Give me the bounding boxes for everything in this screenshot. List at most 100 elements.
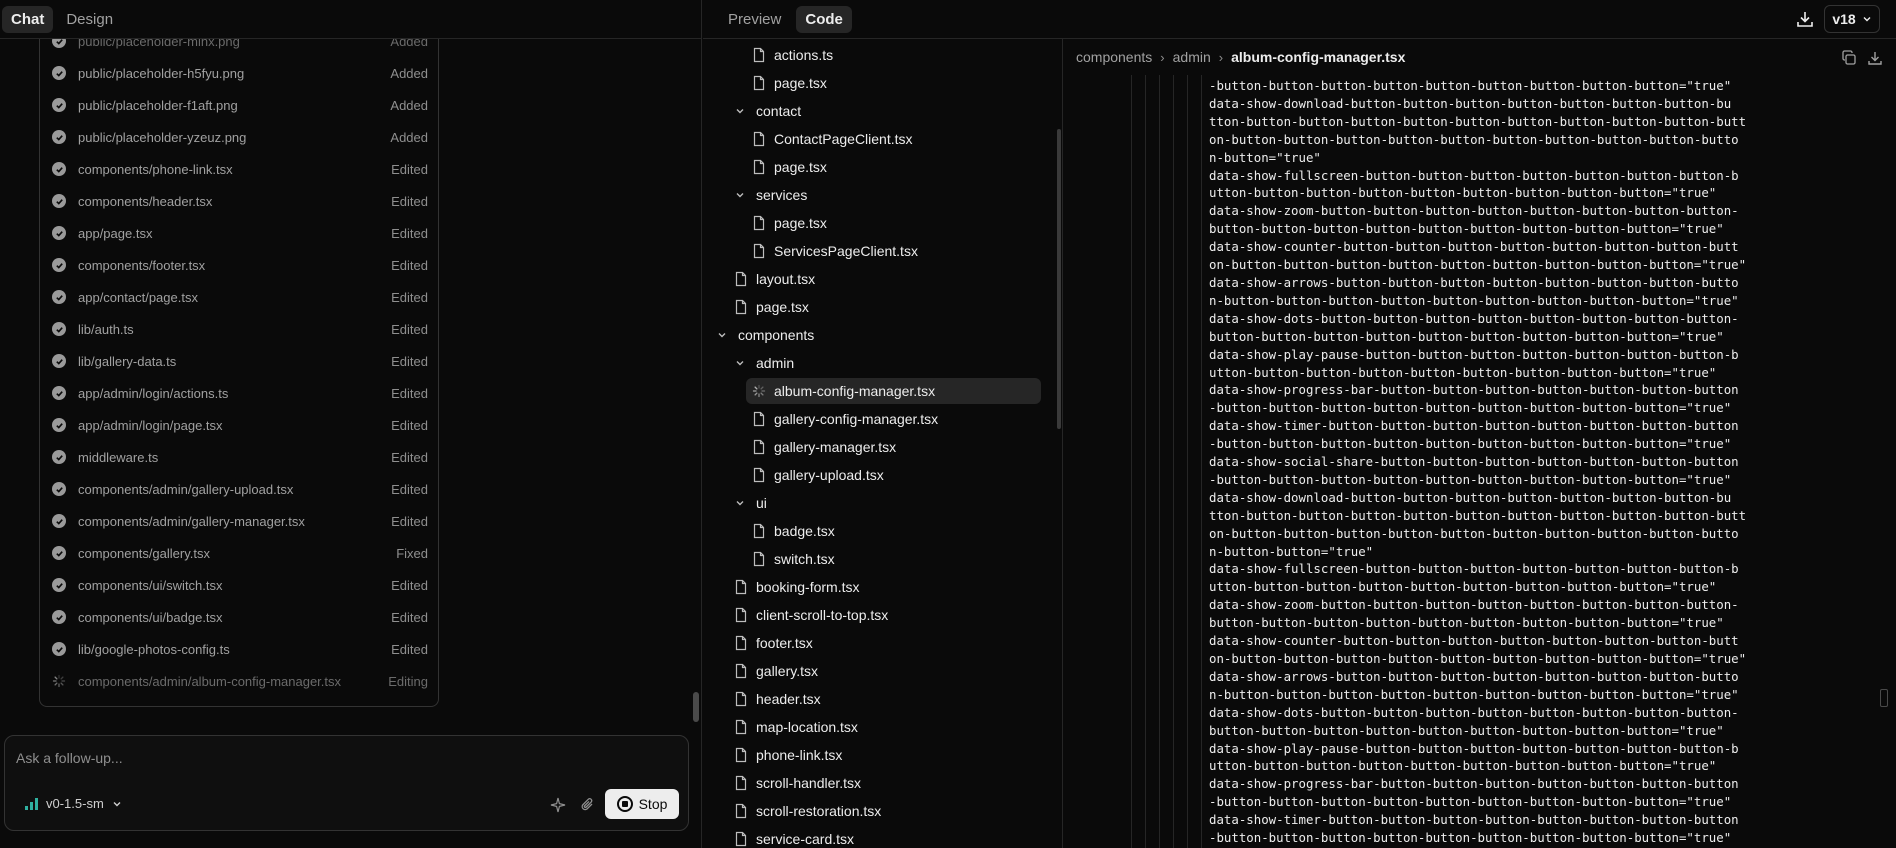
file-change-row[interactable]: middleware.ts Edited	[40, 441, 438, 473]
code-line: -button-button-button-button-button-butt…	[1209, 436, 1732, 452]
file-status: Edited	[391, 481, 428, 497]
file-change-row[interactable]: app/page.tsx Edited	[40, 217, 438, 249]
tree-file[interactable]: actions.ts	[752, 42, 833, 68]
app-root: Chat Design public/placeholder-mlnx.png A…	[0, 0, 1896, 848]
tree-file[interactable]: client-scroll-to-top.tsx	[734, 602, 888, 628]
code-line: data-show-dots-button-button-button-butt…	[1209, 704, 1739, 720]
tree-file[interactable]: scroll-handler.tsx	[734, 770, 861, 796]
tree-item-label: gallery-manager.tsx	[774, 439, 897, 455]
file-status: Edited	[391, 321, 428, 337]
tree-folder[interactable]: contact	[734, 98, 801, 124]
file-change-row[interactable]: components/ui/badge.tsx Edited	[40, 601, 438, 633]
tree-file[interactable]: gallery-upload.tsx	[752, 462, 884, 488]
stop-button[interactable]: Stop	[605, 789, 679, 819]
file-change-row[interactable]: app/admin/login/page.tsx Edited	[40, 409, 438, 441]
file-change-row[interactable]: components/admin/album-config-manager.ts…	[40, 665, 438, 697]
file-change-row[interactable]: public/placeholder-h5fyu.png Added	[40, 57, 438, 89]
tab-code[interactable]: Code	[796, 5, 852, 33]
tree-file[interactable]: album-config-manager.tsx	[746, 378, 1041, 404]
code-line: -button-button-button-button-button-butt…	[1209, 830, 1732, 846]
file-change-row[interactable]: lib/google-photos-config.ts Edited	[40, 633, 438, 665]
file-change-row[interactable]: components/ui/switch.tsx Edited	[40, 569, 438, 601]
tree-file[interactable]: phone-link.tsx	[734, 742, 842, 768]
version-selector[interactable]: v18	[1824, 5, 1880, 33]
tree-folder[interactable]: admin	[734, 350, 794, 376]
tree-file[interactable]: ContactPageClient.tsx	[752, 126, 913, 152]
file-change-row[interactable]: lib/auth.ts Edited	[40, 313, 438, 345]
tree-item-label: map-location.tsx	[756, 719, 858, 735]
paperclip-icon[interactable]	[579, 796, 597, 814]
file-change-row[interactable]: components/gallery.tsx Fixed	[40, 537, 438, 569]
tree-file[interactable]: footer.tsx	[734, 630, 813, 656]
tree-file[interactable]: gallery.tsx	[734, 658, 818, 684]
model-selector[interactable]: v0-1.5-sm	[25, 796, 122, 811]
chevron-down-icon	[734, 357, 746, 369]
file-change-row[interactable]: public/placeholder-f1aft.png Added	[40, 89, 438, 121]
tree-file[interactable]: switch.tsx	[752, 546, 835, 572]
file-tree-scrollbar[interactable]	[1055, 39, 1062, 848]
tree-folder[interactable]: services	[734, 182, 807, 208]
file-change-row[interactable]: components/header.tsx Edited	[40, 185, 438, 217]
code-line: data-show-play-pause-button-button-butto…	[1209, 346, 1739, 362]
tree-folder[interactable]: components	[716, 322, 814, 348]
tab-design[interactable]: Design	[57, 6, 122, 33]
file-status: Edited	[391, 289, 428, 305]
editor-scrollbar-thumb[interactable]	[1880, 689, 1888, 707]
file-change-row[interactable]: components/admin/gallery-upload.tsx Edite…	[40, 473, 438, 505]
file-change-row[interactable]: app/contact/page.tsx Edited	[40, 281, 438, 313]
check-circle-icon	[52, 130, 66, 144]
sparkle-icon[interactable]	[549, 796, 567, 814]
tree-file[interactable]: service-card.tsx	[734, 826, 854, 848]
file-change-row[interactable]: public/placeholder-mlnx.png Added	[40, 39, 438, 57]
code-line: on-button-button-button-button-button-bu…	[1209, 257, 1747, 273]
tree-file[interactable]: layout.tsx	[734, 266, 815, 292]
tree-file[interactable]: header.tsx	[734, 686, 821, 712]
chevron-down-icon	[734, 105, 746, 117]
tab-preview[interactable]: Preview	[719, 6, 790, 33]
tree-file[interactable]: page.tsx	[752, 210, 827, 236]
composer-input[interactable]: Ask a follow-up...	[16, 750, 123, 766]
tree-file[interactable]: page.tsx	[734, 294, 809, 320]
chat-scrollbar[interactable]	[692, 44, 700, 724]
tree-file[interactable]: gallery-manager.tsx	[752, 434, 896, 460]
file-path: app/contact/page.tsx	[78, 289, 198, 305]
file-icon	[753, 75, 765, 91]
file-status: Edited	[391, 385, 428, 401]
file-change-row[interactable]: public/placeholder-yzeuz.png Added	[40, 121, 438, 153]
code-line: utton-button-button-button-button-button…	[1209, 364, 1717, 380]
model-name: v0-1.5-sm	[46, 796, 104, 811]
file-status: Added	[390, 97, 428, 113]
copy-icon[interactable]	[1840, 49, 1858, 67]
tree-item-label: page.tsx	[774, 75, 827, 91]
breadcrumb-item[interactable]: admin	[1173, 49, 1211, 65]
tree-file[interactable]: ServicesPageClient.tsx	[752, 238, 918, 264]
file-icon	[753, 243, 765, 259]
tree-file[interactable]: badge.tsx	[752, 518, 835, 544]
file-change-row[interactable]: components/footer.tsx Edited	[40, 249, 438, 281]
tree-item-label: page.tsx	[774, 215, 827, 231]
tree-file[interactable]: page.tsx	[752, 154, 827, 180]
code-content[interactable]: -button-button-button-button-button-butt…	[1209, 77, 1869, 847]
tree-file[interactable]: scroll-restoration.tsx	[734, 798, 881, 824]
file-status: Fixed	[396, 545, 428, 561]
code-line: data-show-arrows-button-button-button-bu…	[1209, 668, 1739, 684]
tab-chat[interactable]: Chat	[2, 5, 54, 33]
check-circle-icon	[52, 578, 66, 592]
tree-file[interactable]: gallery-config-manager.tsx	[752, 406, 938, 432]
code-panel: Preview Code v18 actions.ts page.tsx conta…	[703, 0, 1896, 848]
file-path: components/ui/badge.tsx	[78, 609, 223, 625]
tree-item-label: gallery.tsx	[756, 663, 818, 679]
tree-file[interactable]: page.tsx	[752, 70, 827, 96]
tree-file[interactable]: map-location.tsx	[734, 714, 858, 740]
breadcrumb-item[interactable]: components	[1076, 49, 1152, 65]
chat-scrollbar-thumb[interactable]	[693, 692, 699, 722]
file-change-row[interactable]: components/phone-link.tsx Edited	[40, 153, 438, 185]
download-icon[interactable]	[1794, 8, 1816, 30]
tree-folder[interactable]: ui	[734, 490, 767, 516]
file-change-row[interactable]: lib/gallery-data.ts Edited	[40, 345, 438, 377]
download-icon[interactable]	[1866, 49, 1884, 67]
tree-file[interactable]: booking-form.tsx	[734, 574, 859, 600]
file-change-row[interactable]: components/admin/gallery-manager.tsx Edit…	[40, 505, 438, 537]
file-tree-scrollbar-thumb[interactable]	[1057, 129, 1061, 429]
file-change-row[interactable]: app/admin/login/actions.ts Edited	[40, 377, 438, 409]
